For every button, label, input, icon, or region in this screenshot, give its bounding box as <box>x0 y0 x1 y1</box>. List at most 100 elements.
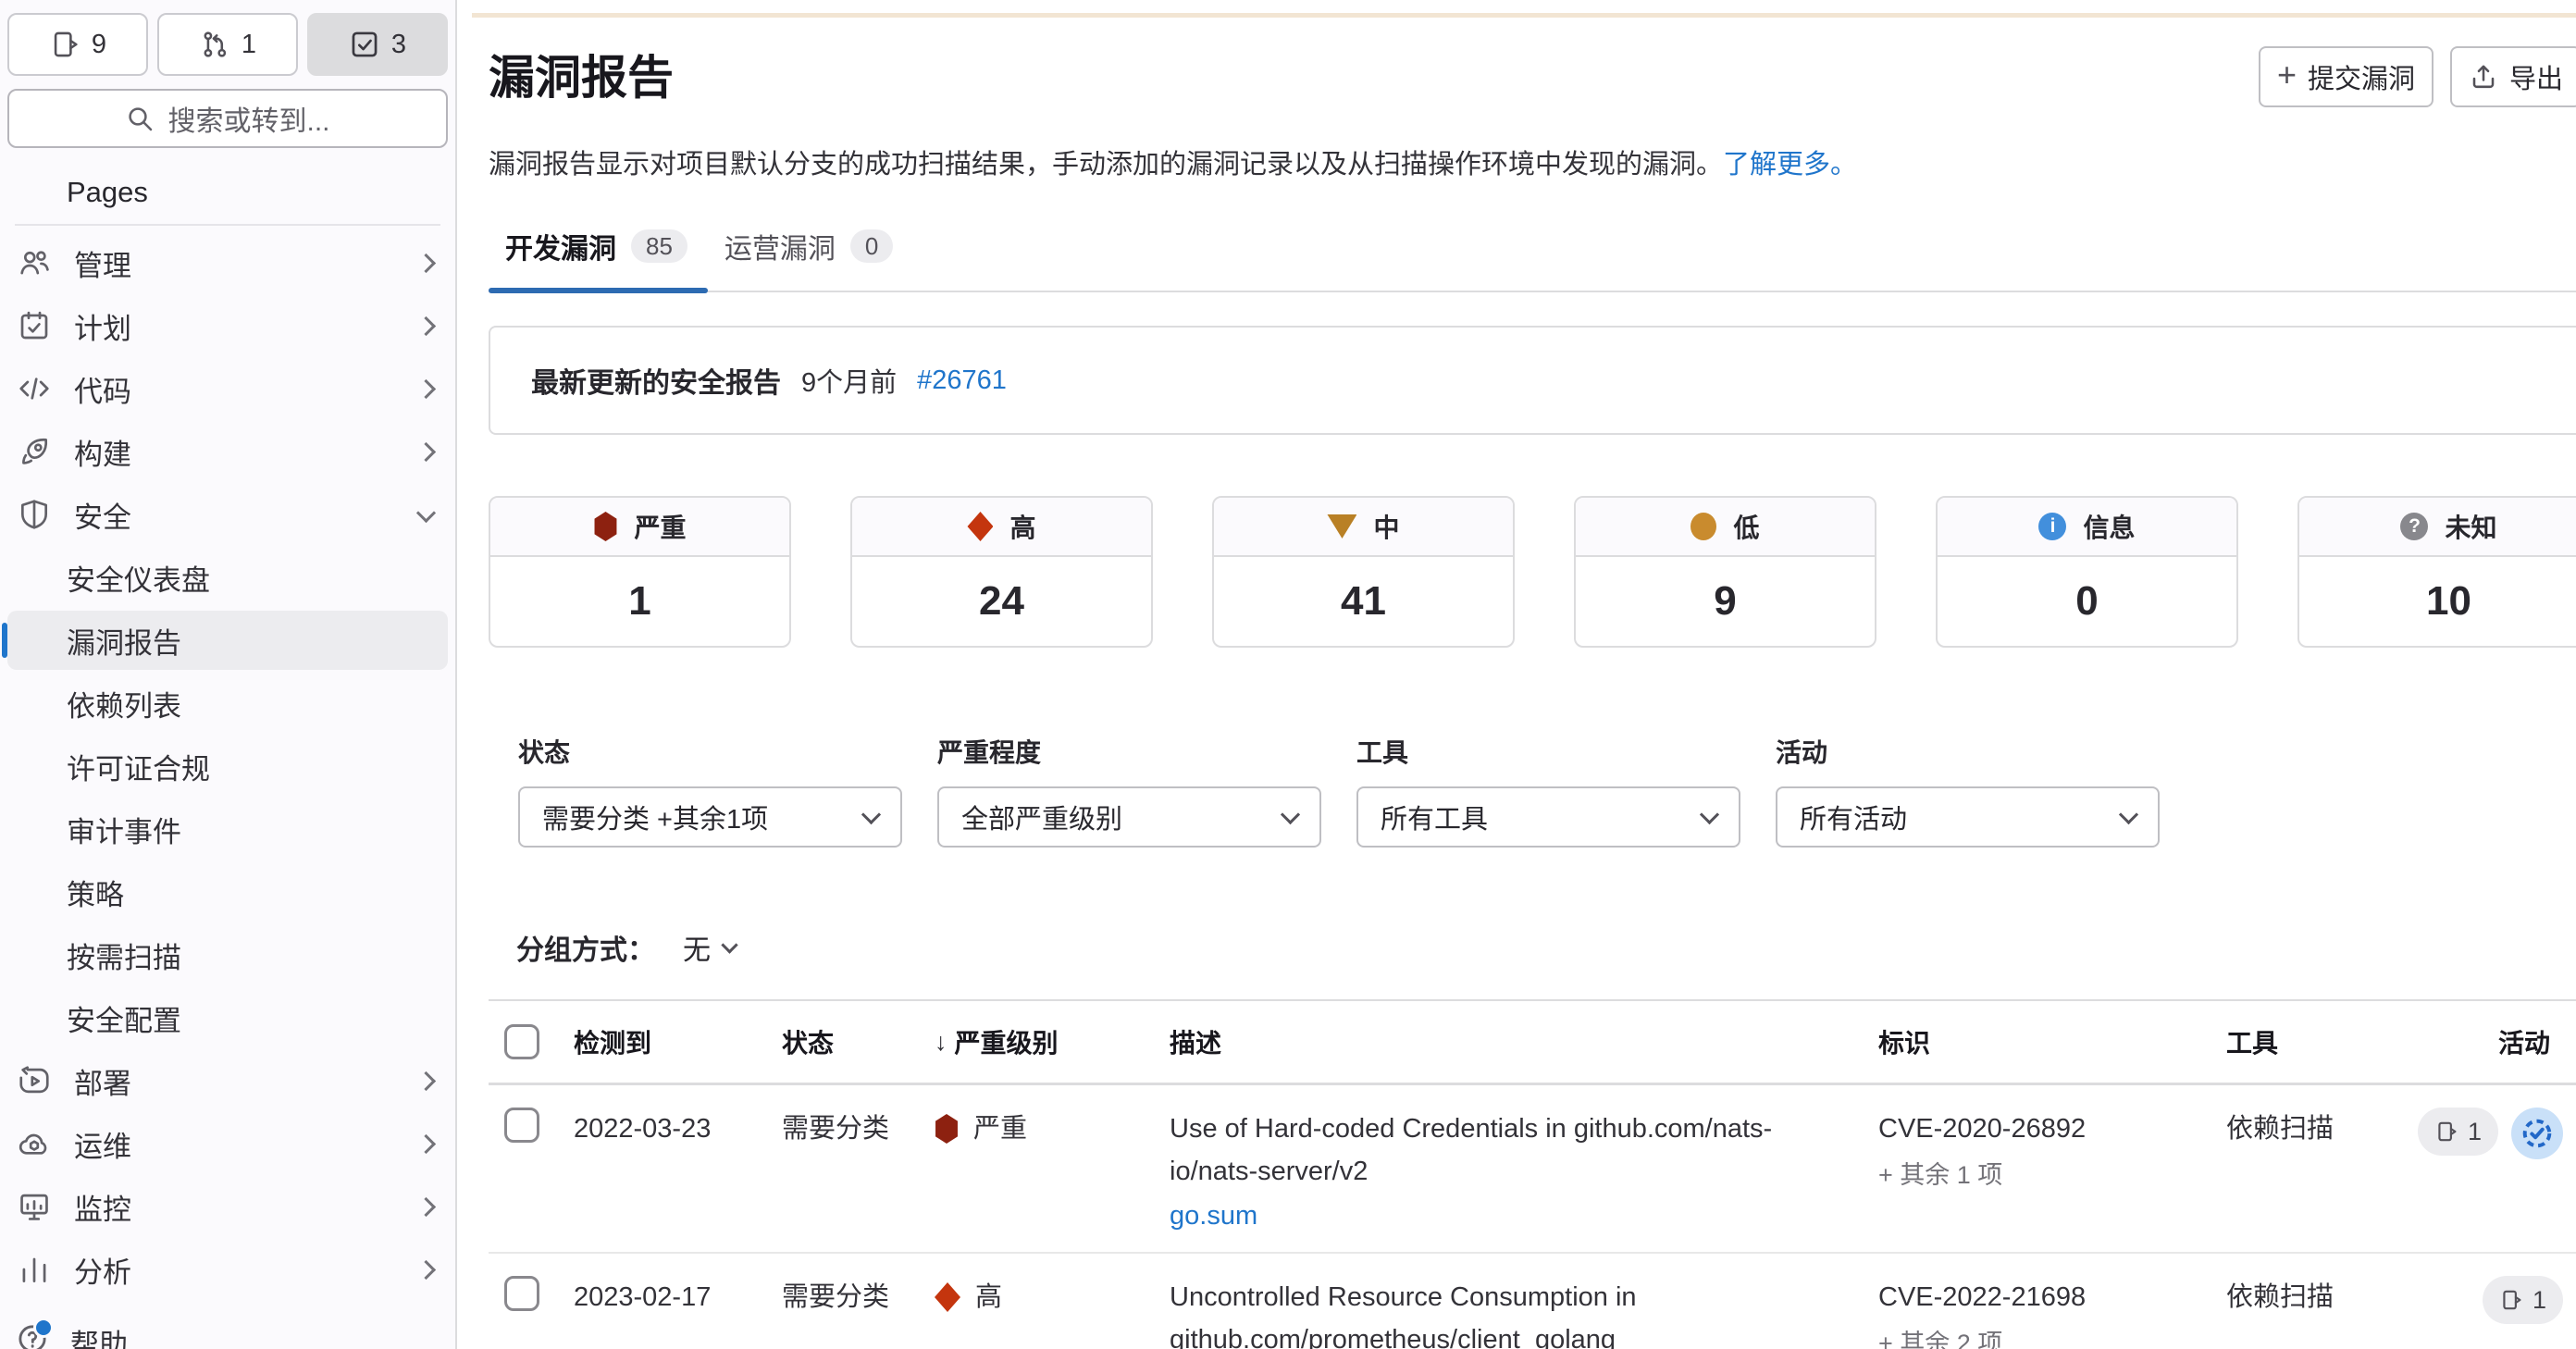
sidebar-item-dependency-list[interactable]: 依赖列表 <box>7 674 448 733</box>
search-input[interactable]: 搜索或转到... <box>7 89 448 148</box>
sidebar-item-code[interactable]: 代码 <box>7 359 448 418</box>
shield-icon <box>17 497 52 532</box>
help-button[interactable]: 帮助 <box>0 1308 453 1349</box>
sidebar-item-plan[interactable]: 计划 <box>7 296 448 355</box>
tool-filter-dropdown[interactable]: 所有工具 <box>1356 786 1740 848</box>
chevron-right-icon <box>416 253 436 272</box>
chevron-right-icon <box>416 1259 436 1279</box>
chevron-down-icon <box>861 804 881 823</box>
calendar-icon <box>17 308 52 343</box>
activity-cell: 1 <box>2483 1108 2576 1159</box>
linked-issues-badge[interactable]: 1 <box>2418 1108 2498 1156</box>
filter-activity: 活动 所有活动 <box>1776 733 2160 848</box>
severity-info-icon: i <box>2038 513 2066 540</box>
merge-requests-count: 1 <box>242 30 256 60</box>
status-value: 需要分类 <box>766 1276 919 1318</box>
severity-card-medium: 中 41 <box>1212 496 1515 648</box>
sidebar-item-vulnerability-report[interactable]: 漏洞报告 <box>7 611 448 670</box>
table-header-row: 检测到 状态 ↓严重级别 描述 标识 工具 活动 <box>489 999 2576 1085</box>
sidebar-item-deploy[interactable]: 部署 <box>7 1051 448 1110</box>
sidebar-divider <box>15 224 440 226</box>
chart-icon <box>17 1252 52 1287</box>
tab-operational-vulnerabilities[interactable]: 运营漏洞 0 <box>708 226 913 291</box>
sidebar-item-on-demand-scans[interactable]: 按需扫描 <box>7 925 448 984</box>
group-by-dropdown[interactable]: 无 <box>683 927 736 968</box>
search-icon <box>125 104 155 133</box>
banner-label: 最新更新的安全报告 <box>531 360 781 401</box>
chevron-right-icon <box>416 1196 436 1216</box>
search-placeholder: 搜索或转到... <box>167 98 329 139</box>
vulnerability-title[interactable]: Uncontrolled Resource Consumption in git… <box>1170 1282 1637 1349</box>
vulnerability-title[interactable]: Use of Hard-coded Credentials in github.… <box>1170 1114 1772 1186</box>
users-icon <box>17 245 52 280</box>
sidebar-item-label: 安全 <box>74 494 131 536</box>
todos-count: 3 <box>391 30 406 60</box>
deploy-icon <box>17 1063 52 1098</box>
sidebar-item-policies[interactable]: 策略 <box>7 862 448 922</box>
sidebar-item-security-configuration[interactable]: 安全配置 <box>7 988 448 1047</box>
row-checkbox[interactable] <box>504 1276 539 1311</box>
severity-card-value: 9 <box>1576 557 1875 646</box>
sidebar-item-audit-events[interactable]: 审计事件 <box>7 799 448 859</box>
severity-card-high: 高 24 <box>850 496 1153 648</box>
severity-filter-dropdown[interactable]: 全部严重级别 <box>937 786 1321 848</box>
report-tabs: 开发漏洞 85 运营漏洞 0 <box>489 226 2576 292</box>
help-label: 帮助 <box>70 1321 128 1349</box>
severity-cell: 严重 <box>919 1108 1154 1150</box>
todos-shortcut-button[interactable]: 3 <box>307 13 448 76</box>
severity-medium-icon <box>1327 514 1356 538</box>
col-description: 描述 <box>1154 1023 1863 1060</box>
pipeline-link[interactable]: #26761 <box>917 365 1007 396</box>
sidebar-item-manage[interactable]: 管理 <box>7 233 448 292</box>
severity-critical-icon <box>593 512 617 541</box>
merge-requests-shortcut-button[interactable]: 1 <box>157 13 298 76</box>
select-all-checkbox[interactable] <box>504 1024 539 1059</box>
latest-report-banner: 最新更新的安全报告 9个月前 #26761 <box>489 326 2576 435</box>
severity-card-value: 24 <box>852 557 1151 646</box>
export-icon <box>2469 62 2498 92</box>
identifier-cell: CVE-2022-21698+ 其余 2 项 <box>1863 1276 2211 1349</box>
sidebar-item-operate[interactable]: 运维 <box>7 1114 448 1173</box>
severity-card-critical: 严重 1 <box>489 496 791 648</box>
col-tool: 工具 <box>2211 1023 2483 1060</box>
status-filter-dropdown[interactable]: 需要分类 +其余1项 <box>518 786 902 848</box>
col-detected: 检测到 <box>558 1023 766 1060</box>
tab-development-vulnerabilities[interactable]: 开发漏洞 85 <box>489 226 708 291</box>
linked-issues-badge[interactable]: 1 <box>2483 1276 2563 1324</box>
sidebar-item-secure[interactable]: 安全 <box>7 485 448 544</box>
sidebar-nav: 管理 计划 代码 构建 安全 <box>0 233 455 1299</box>
code-icon <box>17 371 52 406</box>
sidebar-item-license-compliance[interactable]: 许可证合规 <box>7 736 448 796</box>
merge-request-icon <box>199 29 230 60</box>
detected-date: 2022-03-23 <box>558 1108 722 1150</box>
sidebar-item-label: 运维 <box>74 1123 131 1165</box>
issues-shortcut-button[interactable]: 9 <box>7 13 148 76</box>
severity-card-low: 低 9 <box>1574 496 1876 648</box>
issue-icon <box>49 29 80 60</box>
learn-more-link[interactable]: 了解更多。 <box>1723 150 1857 179</box>
cve-id: CVE-2022-21698 <box>1878 1276 2211 1318</box>
page-actions: + 提交漏洞 导出 <box>2259 46 2576 107</box>
severity-high-icon <box>935 1282 960 1312</box>
submit-vulnerability-button[interactable]: + 提交漏洞 <box>2259 46 2434 107</box>
chevron-right-icon <box>416 378 436 398</box>
chevron-right-icon <box>416 1133 436 1153</box>
col-activity: 活动 <box>2483 1023 2576 1060</box>
sidebar-item-security-dashboard[interactable]: 安全仪表盘 <box>7 548 448 607</box>
export-button[interactable]: 导出 <box>2450 46 2576 107</box>
chevron-down-icon <box>1700 804 1719 823</box>
activity-filter-dropdown[interactable]: 所有活动 <box>1776 786 2160 848</box>
sidebar-item-build[interactable]: 构建 <box>7 422 448 481</box>
project-name: Pages <box>67 176 455 209</box>
severity-summary-cards: 严重 1 高 24 中 41 低 9 i信息 0 ?未知 10 <box>489 496 2576 648</box>
sidebar-item-analyze[interactable]: 分析 <box>7 1240 448 1299</box>
cve-id: CVE-2020-26892 <box>1878 1108 2211 1150</box>
monitor-icon <box>17 1189 52 1224</box>
col-severity[interactable]: ↓严重级别 <box>919 1023 1154 1060</box>
identifier-more: + 其余 1 项 <box>1878 1154 2211 1196</box>
row-checkbox[interactable] <box>504 1108 539 1143</box>
file-link[interactable]: go.sum <box>1170 1194 1257 1237</box>
solution-available-icon <box>2511 1108 2563 1159</box>
sidebar-item-monitor[interactable]: 监控 <box>7 1177 448 1236</box>
sidebar-item-label: 监控 <box>74 1186 131 1228</box>
